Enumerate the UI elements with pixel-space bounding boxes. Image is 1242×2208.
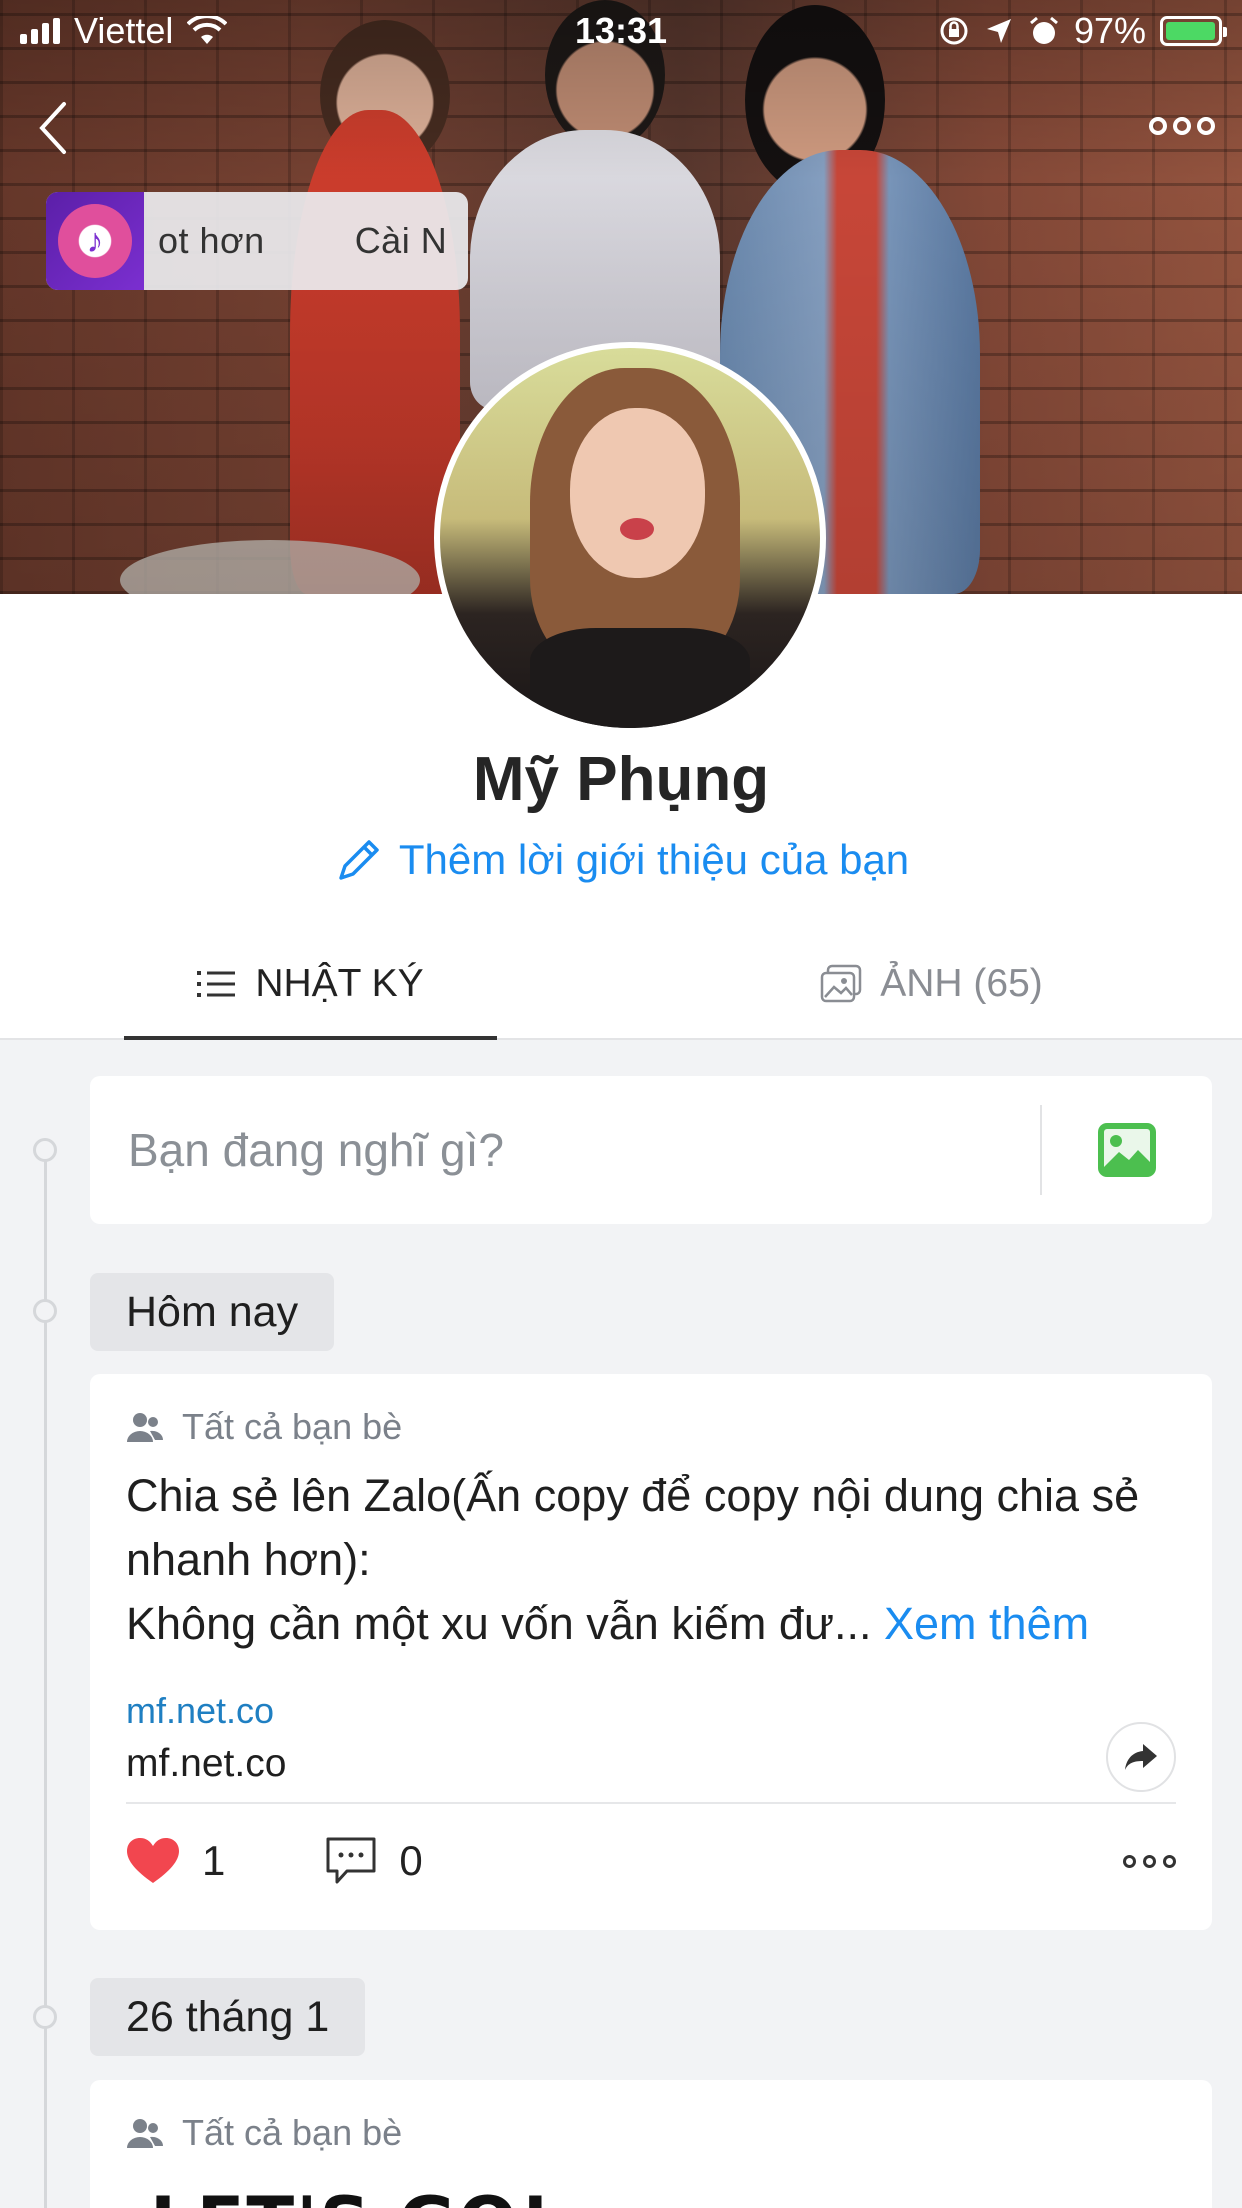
dot-icon	[1149, 117, 1167, 135]
post-composer[interactable]: Bạn đang nghĩ gì?	[90, 1076, 1212, 1224]
post-body-line: Chia sẻ lên Zalo(Ấn copy để copy nội dun…	[126, 1470, 1140, 1585]
like-count: 1	[202, 1837, 226, 1884]
post-actions: 1 0	[126, 1816, 1176, 1906]
list-icon	[197, 971, 236, 997]
gallery-icon	[820, 964, 862, 1003]
music-marquee: ot hơn Cài N	[144, 220, 468, 262]
add-intro-label: Thêm lời giới thiệu của bạn	[398, 836, 910, 883]
composer-placeholder: Bạn đang nghĩ gì?	[128, 1124, 504, 1176]
chevron-left-icon	[39, 102, 66, 154]
dot-icon	[1163, 1854, 1176, 1868]
avatar-lips	[620, 518, 654, 540]
tab-photos-label: ẢNH (65)	[880, 962, 1043, 1005]
more-options-button[interactable]	[1146, 108, 1218, 144]
avatar-face	[570, 408, 705, 578]
friends-icon	[127, 2119, 164, 2148]
add-intro-link[interactable]: Thêm lời giới thiệu của bạn	[0, 834, 1242, 886]
alarm-icon	[1029, 16, 1058, 44]
location-icon	[986, 19, 1011, 43]
feed-post[interactable]: Tất cả bạn bè Chia sẻ lên Zalo(Ấn copy đ…	[90, 1374, 1212, 1930]
comment-button[interactable]: 0	[325, 1836, 423, 1886]
comment-count: 0	[399, 1837, 423, 1884]
back-button[interactable]	[30, 98, 78, 158]
music-icon: ♪	[46, 192, 144, 290]
feed-post[interactable]: Tất cả bạn bè LET'S GO! ~ ~ ~ ~ ~ ~ ~ ~	[90, 2080, 1212, 2208]
add-photo-button[interactable]	[1042, 1122, 1212, 1178]
post-privacy: Tất cả bạn bè	[126, 1406, 402, 1448]
status-bar: Viettel 13:31 97%	[0, 0, 1242, 62]
tab-diary-label: NHẬT KÝ	[255, 962, 424, 1005]
dot-icon	[1123, 1854, 1136, 1868]
heart-icon	[127, 1838, 179, 1883]
like-button[interactable]: 1	[126, 1837, 225, 1885]
post-separator	[126, 1802, 1176, 1804]
post-image-decoration: ~ ~ ~ ~ ~ ~ ~ ~	[570, 2192, 1190, 2208]
profile-tabs: NHẬT KÝ ẢNH (65)	[0, 930, 1242, 1040]
dot-icon	[1143, 1854, 1156, 1868]
tab-diary[interactable]: NHẬT KÝ	[0, 930, 621, 1040]
avatar[interactable]	[434, 342, 826, 734]
post-more-button[interactable]	[1123, 1854, 1176, 1868]
comment-icon	[326, 1837, 376, 1884]
profile-name: Mỹ Phụng	[472, 745, 770, 814]
timeline-dot	[33, 1138, 57, 1162]
date-label: Hôm nay	[90, 1273, 335, 1351]
battery-icon	[1160, 16, 1227, 46]
avatar-clothes	[530, 628, 750, 728]
date-label: 26 tháng 1	[90, 1978, 366, 2056]
image-icon	[1098, 1123, 1156, 1177]
status-right: 97%	[938, 10, 1227, 52]
battery-percent: 97%	[1073, 10, 1146, 51]
profile-music-widget[interactable]: ♪ ot hơn Cài N	[46, 192, 468, 290]
friends-icon	[127, 1413, 164, 1442]
tab-photos[interactable]: ẢNH (65)	[621, 930, 1242, 1038]
music-text-left: ot hơn	[158, 220, 265, 261]
dot-icon	[1173, 117, 1191, 135]
timeline-dot	[33, 1299, 57, 1323]
post-privacy-label: Tất cả bạn bè	[182, 2112, 403, 2153]
share-arrow-icon	[1125, 1744, 1157, 1770]
music-text-right: Cài N	[354, 220, 448, 261]
link-domain[interactable]: mf.net.co	[126, 1690, 274, 1732]
link-title[interactable]: mf.net.co	[126, 1742, 286, 1786]
see-more-link[interactable]: Xem thêm	[884, 1598, 1089, 1649]
dot-icon	[1197, 117, 1215, 135]
post-image-text: LET'S GO!	[150, 2182, 553, 2208]
post-body-line-2: Không cần một xu vốn vẫn kiếm đư... Xem …	[126, 1592, 1176, 1656]
post-body: Chia sẻ lên Zalo(Ấn copy để copy nội dun…	[126, 1464, 1176, 1656]
post-body-truncated: Không cần một xu vốn vẫn kiếm đư...	[126, 1598, 885, 1649]
rotation-lock-icon	[940, 17, 968, 45]
timeline-dot	[33, 2005, 57, 2029]
pencil-icon	[339, 840, 379, 880]
post-privacy: Tất cả bạn bè	[126, 2112, 402, 2154]
post-privacy-label: Tất cả bạn bè	[182, 1406, 403, 1447]
share-button[interactable]	[1106, 1722, 1176, 1792]
